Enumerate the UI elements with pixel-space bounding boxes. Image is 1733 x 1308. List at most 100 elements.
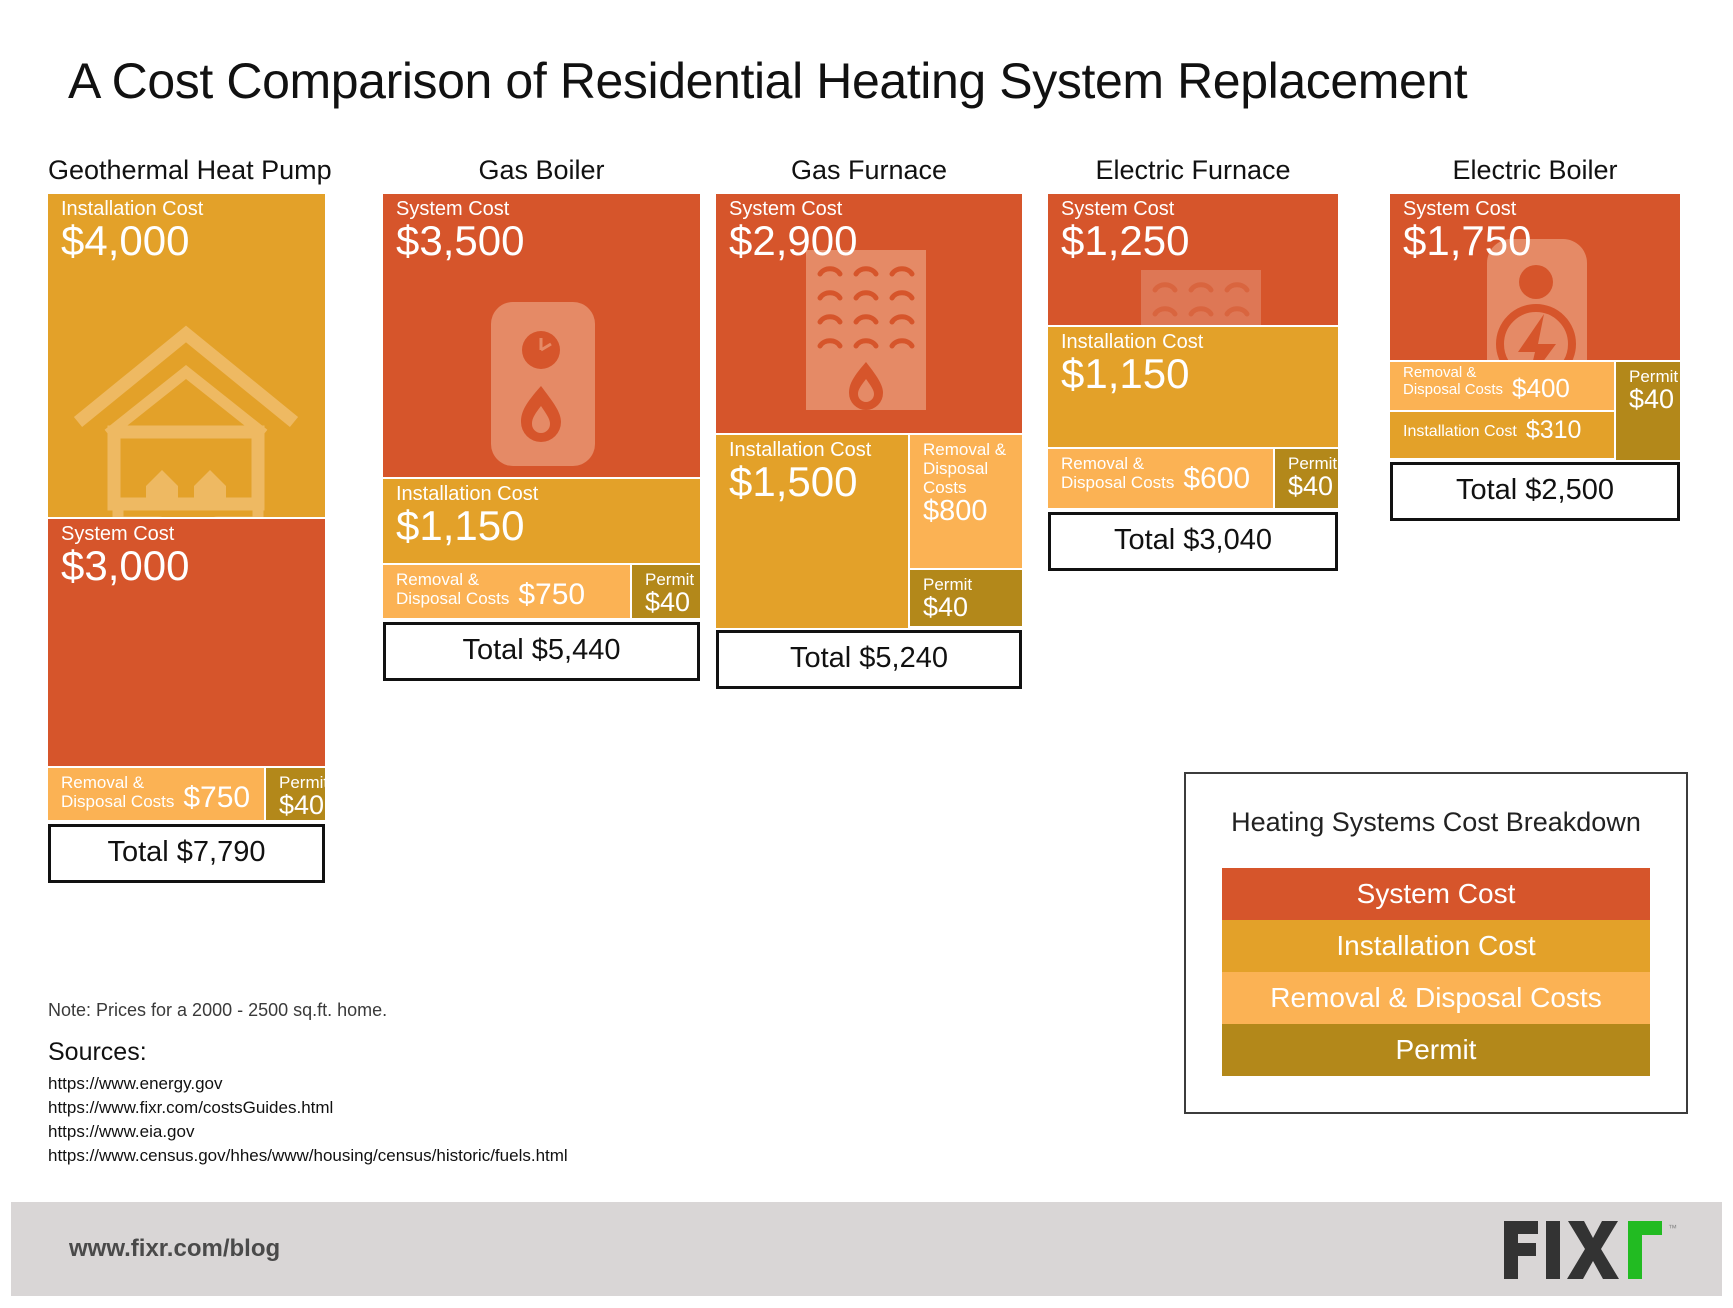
segment-permit: Permit $40 [266,768,325,822]
legend-item-removal-disposal: Removal & Disposal Costs [1222,972,1650,1024]
segment-amount: $2,900 [729,217,858,265]
note-text: Note: Prices for a 2000 - 2500 sq.ft. ho… [48,1000,388,1020]
segment-system-cost: System Cost $3,000 [48,519,325,768]
segment-amount: $750 [518,578,586,612]
segment-amount: $3,000 [61,542,190,590]
geothermal-house-icon [73,325,299,517]
segment-amount: $1,150 [396,502,525,550]
segment-removal-disposal: Removal & Disposal Costs $600 [1048,449,1275,510]
cost-stack: System Cost $3,500 Installation Cost $1,… [383,194,700,681]
segment-amount: $800 [923,495,988,528]
segment-amount: $310 [1525,416,1582,444]
segment-permit: Permit $40 [1616,362,1680,460]
source-link[interactable]: https://www.eia.gov [48,1120,568,1144]
gas-boiler-tank-icon [491,302,595,466]
segment-amount: $40 [1629,384,1675,415]
segment-permit: Permit $40 [910,570,1022,626]
segment-label: Installation Cost [1403,423,1517,441]
segment-label: Permit [279,773,325,792]
legend-panel: Heating Systems Cost Breakdown System Co… [1184,772,1688,1114]
column-title: Geothermal Heat Pump [48,155,332,185]
segment-row-install-removal-permit: Installation Cost $1,500 Removal & Dispo… [716,435,1022,628]
segment-label: Removal & Disposal Costs [396,570,510,609]
column-gas-boiler: Gas Boiler System Cost $3,500 Installati… [383,155,700,681]
segment-label: Removal & Disposal Costs [923,440,1007,498]
legend-item-permit: Permit [1222,1024,1650,1076]
cost-stack: System Cost $1,750 Removal & Disposal Co… [1390,194,1680,521]
source-link[interactable]: https://www.fixr.com/costsGuides.html [48,1096,568,1120]
cost-stack: Installation Cost $4,000 System Cost $3,… [48,194,325,883]
column-electric-boiler: Electric Boiler System Cost $1,750 Remov… [1390,155,1680,521]
segment-system-cost: System Cost $1,250 [1048,194,1338,327]
segment-permit: Permit $40 [632,565,700,620]
segment-installation-cost: Installation Cost $4,000 [48,194,325,519]
infographic-page: A Cost Comparison of Residential Heating… [0,0,1733,1308]
segment-amount: $40 [923,592,969,623]
segment-installation-cost: Installation Cost $1,150 [383,479,700,565]
segment-amount: $1,150 [1061,350,1190,398]
segment-amount: $3,500 [396,217,525,265]
segment-label: Removal & Disposal Costs [1061,454,1175,493]
column-title: Electric Boiler [1452,155,1618,185]
legend-item-system-cost: System Cost [1222,868,1650,920]
segment-amount: $1,500 [729,458,858,506]
segment-removal-disposal: Removal & Disposal Costs $800 [910,435,1022,570]
segment-amount: $1,750 [1403,217,1532,265]
segment-label: Permit [645,570,695,589]
footer-url[interactable]: www.fixr.com/blog [69,1235,280,1263]
segment-amount: $750 [183,781,251,815]
source-link[interactable]: https://www.census.gov/hhes/www/housing/… [48,1144,568,1168]
electric-furnace-icon [1141,270,1261,325]
segment-label: Removal & Disposal Costs [1403,364,1504,398]
column-title: Gas Furnace [790,155,948,185]
segment-amount: $4,000 [61,217,190,265]
column-title: Electric Furnace [1095,155,1291,185]
footer-bar: www.fixr.com/blog ™ [11,1202,1722,1296]
trademark-symbol: ™ [1668,1223,1677,1233]
segment-installation-cost: Installation Cost $1,500 [716,435,910,628]
source-link[interactable]: https://www.energy.gov [48,1072,568,1096]
total-box: Total $2,500 [1390,462,1680,521]
segment-label: Permit [1288,454,1338,473]
segment-removal-disposal: Removal & Disposal Costs $400 [1390,362,1616,412]
column-gas-furnace: Gas Furnace System Cost $2,900 Installat… [716,155,1022,689]
segment-amount: $400 [1512,372,1570,403]
column-title: Gas Boiler [478,155,605,185]
segment-system-cost: System Cost $3,500 [383,194,700,479]
total-box: Total $7,790 [48,824,325,883]
total-box: Total $5,440 [383,622,700,681]
total-box: Total $5,240 [716,630,1022,689]
cost-stack: System Cost $1,250 Installation Cost $1,… [1048,194,1338,571]
segment-removal-disposal: Removal & Disposal Costs $750 [48,768,266,822]
segment-amount: $40 [1288,471,1334,502]
segment-row-removal-install-permit: Removal & Disposal Costs $400 Installati… [1390,362,1680,460]
segment-column-removal-permit: Removal & Disposal Costs $800 Permit $40 [910,435,1022,628]
fixr-logo: ™ [1504,1221,1677,1279]
column-geothermal-heat-pump: Geothermal Heat Pump Installation Cost $… [48,155,332,883]
legend-item-installation-cost: Installation Cost [1222,920,1650,972]
segment-system-cost: System Cost $1,750 [1390,194,1680,362]
legend-title: Heating Systems Cost Breakdown [1231,807,1641,837]
segment-row-removal-permit: Removal & Disposal Costs $750 Permit $40 [48,768,325,822]
legend-rows: System Cost Installation Cost Removal & … [1222,868,1650,1076]
segment-permit: Permit $40 [1275,449,1338,510]
column-electric-furnace: Electric Furnace System Cost $1,250 Inst… [1048,155,1338,571]
segment-removal-disposal: Removal & Disposal Costs $750 [383,565,632,620]
segment-amount: $600 [1183,462,1251,496]
segment-column-removal-install: Removal & Disposal Costs $400 Installati… [1390,362,1616,460]
segment-label: Removal & Disposal Costs [61,773,175,812]
segment-label: Permit [923,575,973,594]
segment-row-removal-permit: Removal & Disposal Costs $600 Permit $40 [1048,449,1338,510]
page-title: A Cost Comparison of Residential Heating… [68,53,1468,109]
segment-amount: $1,250 [1061,217,1190,265]
segment-system-cost: System Cost $2,900 [716,194,1022,435]
segment-installation-cost: Installation Cost $1,150 [1048,327,1338,449]
cost-stack: System Cost $2,900 Installation Cost $1,… [716,194,1022,689]
segment-installation-cost: Installation Cost $310 [1390,412,1616,458]
segment-amount: $40 [645,587,691,618]
segment-label: Permit [1629,367,1679,386]
sources-list: https://www.energy.gov https://www.fixr.… [48,1072,568,1169]
segment-amount: $40 [279,790,325,821]
segment-row-removal-permit: Removal & Disposal Costs $750 Permit $40 [383,565,700,620]
sources-title: Sources: [48,1038,147,1066]
